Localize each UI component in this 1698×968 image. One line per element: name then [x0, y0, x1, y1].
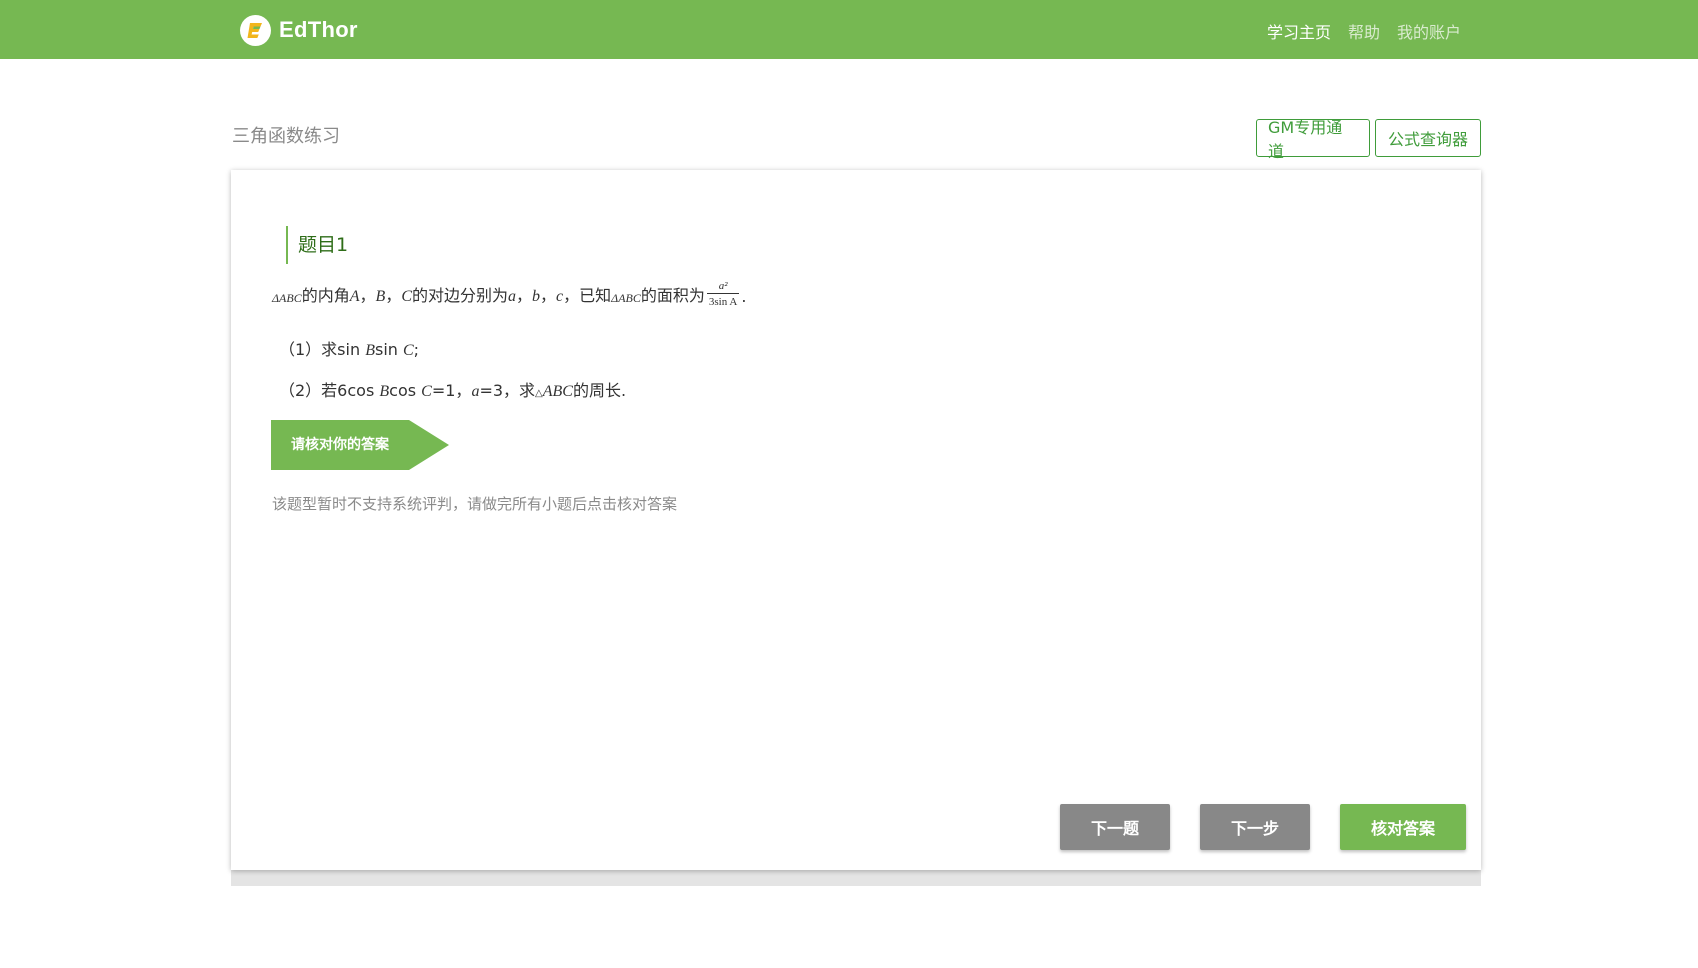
area-fraction: a² 3sin A: [706, 280, 740, 308]
separator: ，: [359, 286, 376, 306]
question-stem: ΔABC 的内角 A ， B ， C 的对边分别为 a ， b ， c ，已知 …: [272, 278, 747, 308]
brand-logo[interactable]: EdThor: [240, 14, 358, 46]
separator: ，: [516, 286, 533, 306]
triangle-symbol: △: [535, 388, 543, 399]
var-b: B: [379, 383, 390, 400]
stem-text: 的内角: [301, 286, 350, 306]
nav-my-account[interactable]: 我的账户: [1397, 19, 1461, 43]
triangle-abc-formula: ΔABC: [611, 291, 641, 306]
part-text: =1，: [431, 381, 472, 400]
stem-text: ，已知: [563, 286, 612, 306]
formula-lookup-button[interactable]: 公式查询器: [1375, 119, 1481, 157]
triangle-abc-formula: ΔABC: [272, 291, 302, 306]
question-part-1: （1）求sin Bsin C;: [279, 336, 419, 360]
top-nav: 学习主页 帮助 我的账户: [1267, 19, 1461, 43]
var-c-side: c: [556, 288, 564, 306]
next-step-button[interactable]: 下一步: [1200, 804, 1310, 850]
var-b: B: [365, 342, 375, 359]
fraction-numerator: a²: [718, 280, 728, 292]
question-part-2: （2）若6cos Bcos C=1，a=3，求△ABC的周长.: [279, 377, 626, 401]
var-b-side: b: [532, 288, 541, 306]
part-text: sin: [374, 340, 403, 359]
nav-study-home[interactable]: 学习主页: [1267, 19, 1331, 43]
var-c-angle: C: [401, 288, 412, 306]
var-c: C: [403, 342, 414, 359]
separator: ，: [385, 286, 402, 306]
var-c: C: [421, 383, 432, 400]
part-text: （2）若6cos: [279, 381, 380, 400]
card-bottom-strip: [231, 870, 1481, 886]
nav-help[interactable]: 帮助: [1348, 19, 1380, 43]
var-a-side: a: [508, 288, 517, 306]
part-end: ;: [413, 340, 420, 359]
fraction-denominator: 3sin A: [706, 293, 740, 308]
next-question-button[interactable]: 下一题: [1060, 804, 1170, 850]
part-text: （1）求sin: [279, 340, 366, 359]
stem-end: .: [741, 287, 747, 307]
check-answer-button[interactable]: 核对答案: [1340, 804, 1466, 850]
grading-hint: 该题型暂时不支持系统评判，请做完所有小题后点击核对答案: [272, 495, 678, 513]
var-abc: ABC: [542, 383, 573, 400]
check-answer-banner: 请核对你的答案: [271, 420, 449, 470]
page-title: 三角函数练习: [232, 126, 340, 147]
check-answer-banner-label: 请核对你的答案: [291, 437, 389, 453]
top-navbar: EdThor 学习主页 帮助 我的账户: [0, 0, 1698, 59]
var-b-angle: B: [375, 288, 386, 306]
var-a-angle: A: [349, 288, 360, 306]
brand-name: EdThor: [279, 17, 358, 42]
part-end: 的周长.: [572, 381, 627, 400]
part-text: =3，求: [479, 381, 536, 400]
separator: ，: [540, 286, 557, 306]
edthor-logo-icon: [240, 14, 271, 46]
question-card: 题目1 ΔABC 的内角 A ， B ， C 的对边分别为 a ， b ， c …: [231, 170, 1481, 870]
question-heading: 题目1: [286, 226, 348, 264]
gm-channel-button[interactable]: GM专用通道: [1256, 118, 1370, 161]
stem-text: 的面积为: [640, 286, 705, 306]
stem-text: 的对边分别为: [412, 286, 509, 306]
part-text: cos: [389, 381, 422, 400]
